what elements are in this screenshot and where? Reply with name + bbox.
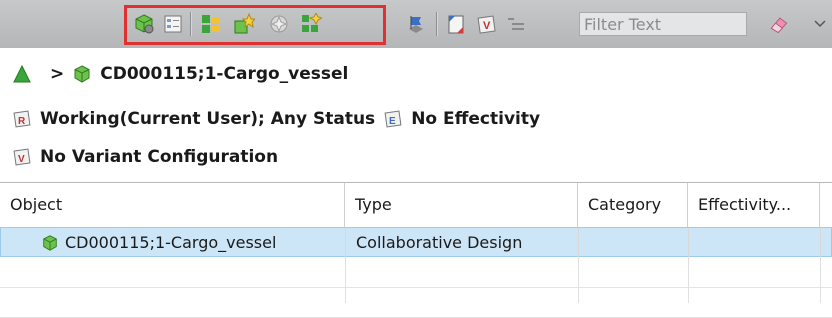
filter-list-icon[interactable] <box>505 13 527 35</box>
cell-type: Collaborative Design <box>346 228 579 258</box>
effectivity-label[interactable]: No Effectivity <box>411 109 540 129</box>
eraser-icon[interactable] <box>768 13 790 35</box>
view-menu-icon[interactable] <box>812 13 828 35</box>
filter-text-input[interactable] <box>579 12 747 36</box>
structure-table: Object Type Category Effectivity... CD00… <box>0 182 832 318</box>
empty-row <box>0 258 832 288</box>
effectivity-icon[interactable]: E <box>383 109 403 129</box>
highlight-box <box>124 5 386 45</box>
svg-text:R: R <box>18 116 26 127</box>
variant-config-icon[interactable]: V <box>12 147 32 167</box>
table-row[interactable]: CD000115;1-Cargo_vessel Collaborative De… <box>0 227 832 258</box>
green-triangle-icon[interactable] <box>12 64 32 84</box>
column-header-object[interactable]: Object <box>0 183 345 227</box>
cell-category <box>579 228 689 258</box>
breadcrumb-separator: > <box>50 64 65 84</box>
svg-text:V: V <box>483 20 491 32</box>
variant-rule-icon[interactable]: V <box>476 13 498 35</box>
breadcrumb-item[interactable]: CD000115;1-Cargo_vessel <box>100 64 348 84</box>
object-flag-icon[interactable] <box>405 13 427 35</box>
cube-icon <box>72 64 92 84</box>
variant-info-row: V No Variant Configuration <box>12 147 278 167</box>
svg-text:V: V <box>18 154 25 165</box>
cell-object: CD000115;1-Cargo_vessel <box>41 228 346 258</box>
revision-rule-label[interactable]: Working(Current User); Any Status <box>40 109 375 129</box>
toolbar: V <box>0 0 832 48</box>
breadcrumb: > CD000115;1-Cargo_vessel <box>12 64 348 84</box>
rule-info-row: R Working(Current User); Any Status E No… <box>12 109 540 129</box>
revision-rule-icon[interactable]: R <box>12 109 32 129</box>
column-header-effectivity[interactable]: Effectivity... <box>688 183 820 227</box>
column-header-category[interactable]: Category <box>578 183 688 227</box>
table-header: Object Type Category Effectivity... <box>0 183 832 227</box>
empty-row <box>0 288 832 318</box>
cube-icon <box>41 234 59 252</box>
variant-config-label[interactable]: No Variant Configuration <box>40 147 278 167</box>
svg-text:E: E <box>389 116 396 127</box>
cell-effectivity <box>689 228 821 258</box>
paste-icon[interactable] <box>445 13 467 35</box>
column-header-type[interactable]: Type <box>345 183 578 227</box>
object-name: CD000115;1-Cargo_vessel <box>65 233 277 252</box>
